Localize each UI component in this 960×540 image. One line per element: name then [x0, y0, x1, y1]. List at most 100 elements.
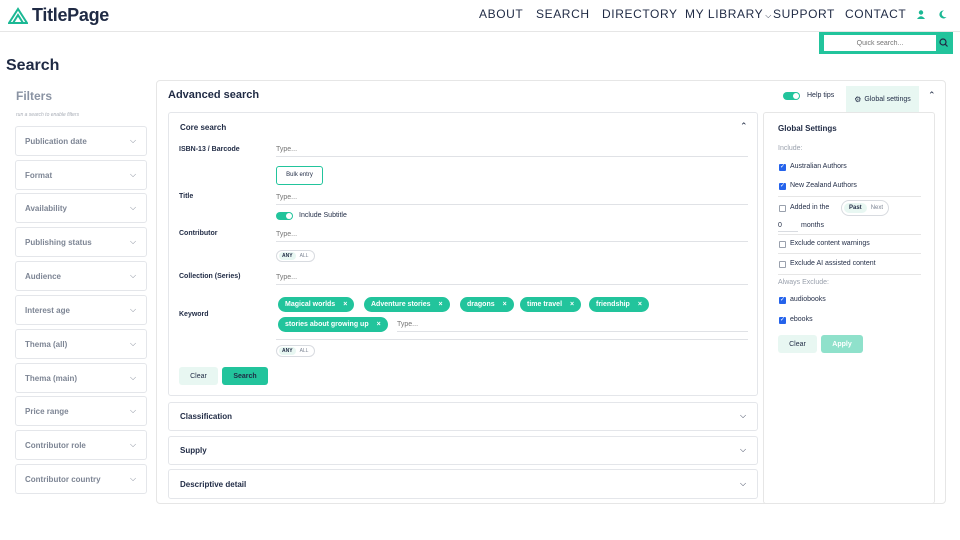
- keyword-chip-label: time travel: [527, 301, 563, 308]
- keyword-chip-label: Adventure stories: [371, 301, 431, 308]
- any-option[interactable]: ANY: [279, 252, 296, 260]
- global-settings-clear-button[interactable]: Clear: [778, 335, 817, 353]
- filter-thema-main[interactable]: Thema (main) ⌵: [15, 363, 147, 393]
- chevron-down-icon: ⌵: [130, 373, 137, 382]
- collection-input[interactable]: [276, 271, 748, 285]
- quick-search-button-search-icon[interactable]: [938, 36, 950, 50]
- remove-keyword-x-icon[interactable]: ×: [503, 301, 507, 308]
- remove-keyword-x-icon[interactable]: ×: [343, 301, 347, 308]
- clear-button[interactable]: Clear: [179, 367, 218, 385]
- nav-my-library[interactable]: MY LIBRARY ⌵: [685, 7, 772, 21]
- keyword-chip: Adventure stories ×: [364, 297, 450, 312]
- any-option[interactable]: ANY: [279, 347, 296, 355]
- filter-publishing-status[interactable]: Publishing status ⌵: [15, 227, 147, 257]
- chevron-down-icon: ⌵: [765, 11, 772, 20]
- remove-keyword-x-icon[interactable]: ×: [377, 321, 381, 328]
- filter-format[interactable]: Format ⌵: [15, 160, 147, 190]
- nav-my-library-label: MY LIBRARY: [685, 7, 764, 21]
- ebooks-checkbox[interactable]: [779, 316, 786, 324]
- filter-label: Publication date: [25, 137, 87, 146]
- chevron-down-icon: ⌵: [740, 479, 747, 488]
- dark-mode-moon-icon[interactable]: [939, 10, 947, 19]
- divider: [778, 196, 921, 197]
- filter-audience[interactable]: Audience ⌵: [15, 261, 147, 291]
- contributor-label: Contributor: [179, 230, 218, 237]
- keyword-chip-label: dragons: [467, 301, 495, 308]
- filter-label: Availability: [25, 204, 67, 213]
- all-option[interactable]: ALL: [298, 252, 311, 260]
- filter-price-range[interactable]: Price range ⌵: [15, 396, 147, 426]
- remove-keyword-x-icon[interactable]: ×: [439, 301, 443, 308]
- chevron-down-icon: ⌵: [130, 406, 137, 415]
- nav-support[interactable]: SUPPORT: [773, 7, 835, 21]
- search-button[interactable]: Search: [222, 367, 268, 385]
- chevron-down-icon: ⌵: [130, 271, 137, 280]
- descriptive-detail-section[interactable]: Descriptive detail ⌵: [168, 469, 758, 499]
- title-input[interactable]: [276, 191, 748, 205]
- past-option[interactable]: Past: [844, 203, 867, 213]
- include-label: Include:: [778, 145, 803, 152]
- exclude-ai-checkbox[interactable]: [779, 261, 786, 268]
- divider: [778, 274, 921, 275]
- remove-keyword-x-icon[interactable]: ×: [638, 301, 642, 308]
- added-in-checkbox[interactable]: [779, 205, 786, 212]
- supply-section[interactable]: Supply ⌵: [168, 436, 758, 465]
- months-label: months: [801, 222, 824, 229]
- chevron-up-icon[interactable]: ⌃: [740, 121, 748, 132]
- remove-keyword-x-icon[interactable]: ×: [570, 301, 574, 308]
- australian-authors-checkbox[interactable]: [779, 163, 786, 171]
- new-zealand-authors-label: New Zealand Authors: [790, 182, 857, 189]
- all-option[interactable]: ALL: [298, 347, 311, 355]
- filter-label: Price range: [25, 407, 69, 416]
- nav-search[interactable]: SEARCH: [536, 7, 590, 21]
- audiobooks-label: audiobooks: [790, 296, 826, 303]
- filter-availability[interactable]: Availability ⌵: [15, 193, 147, 223]
- months-input[interactable]: [778, 220, 798, 232]
- contributor-any-all-toggle[interactable]: ANY ALL: [276, 250, 315, 262]
- section-title: Supply: [180, 446, 207, 455]
- exclude-ai-label: Exclude AI assisted content: [790, 260, 876, 267]
- filter-label: Interest age: [25, 306, 70, 315]
- contributor-input[interactable]: [276, 228, 748, 242]
- section-title: Classification: [180, 412, 233, 421]
- exclude-content-warnings-checkbox[interactable]: [779, 241, 786, 248]
- global-settings-button[interactable]: ⚙ Global settings: [846, 86, 919, 112]
- filter-publication-date[interactable]: Publication date ⌵: [15, 126, 147, 156]
- isbn-input[interactable]: [276, 143, 748, 157]
- logo[interactable]: TitlePage: [8, 5, 109, 26]
- filter-interest-age[interactable]: Interest age ⌵: [15, 295, 147, 325]
- always-exclude-label: Always Exclude:: [778, 279, 829, 286]
- added-in-label: Added in the: [790, 204, 830, 211]
- logo-text: TitlePage: [32, 5, 109, 25]
- user-icon[interactable]: [917, 10, 925, 19]
- filter-label: Format: [25, 171, 53, 180]
- chevron-down-icon: ⌵: [130, 136, 137, 145]
- new-zealand-authors-checkbox[interactable]: [779, 182, 786, 190]
- nav-directory[interactable]: DIRECTORY: [602, 7, 678, 21]
- global-settings-title: Global Settings: [778, 124, 837, 133]
- nav-about[interactable]: ABOUT: [479, 7, 523, 21]
- include-subtitle-toggle[interactable]: [276, 212, 293, 220]
- nav-contact[interactable]: CONTACT: [845, 7, 906, 21]
- top-navigation-bar: TitlePage ABOUT SEARCH DIRECTORY MY LIBR…: [0, 0, 960, 32]
- filter-contributor-country[interactable]: Contributor country ⌵: [15, 464, 147, 494]
- bulk-entry-button[interactable]: Bulk entry: [276, 166, 323, 185]
- quick-search-input[interactable]: [824, 35, 936, 51]
- past-next-toggle[interactable]: Past Next: [841, 200, 889, 216]
- help-tips-label: Help tips: [807, 92, 835, 99]
- keyword-chip-label: Magical worlds: [285, 301, 336, 308]
- filter-contributor-role[interactable]: Contributor role ⌵: [15, 430, 147, 460]
- filter-thema-all[interactable]: Thema (all) ⌵: [15, 329, 147, 359]
- help-tips-toggle[interactable]: [783, 92, 800, 100]
- next-option[interactable]: Next: [867, 203, 887, 213]
- collapse-chevron-up-icon[interactable]: ⌃: [928, 90, 936, 101]
- audiobooks-checkbox[interactable]: [779, 296, 786, 304]
- chevron-down-icon: ⌵: [740, 445, 747, 454]
- filter-label: Publishing status: [25, 238, 92, 247]
- keyword-any-all-toggle[interactable]: ANY ALL: [276, 345, 315, 357]
- keyword-input[interactable]: [397, 318, 748, 332]
- global-settings-apply-button[interactable]: Apply: [821, 335, 863, 353]
- filter-label: Thema (all): [25, 340, 68, 349]
- core-search-title[interactable]: Core search: [180, 123, 226, 132]
- classification-section[interactable]: Classification ⌵: [168, 402, 758, 431]
